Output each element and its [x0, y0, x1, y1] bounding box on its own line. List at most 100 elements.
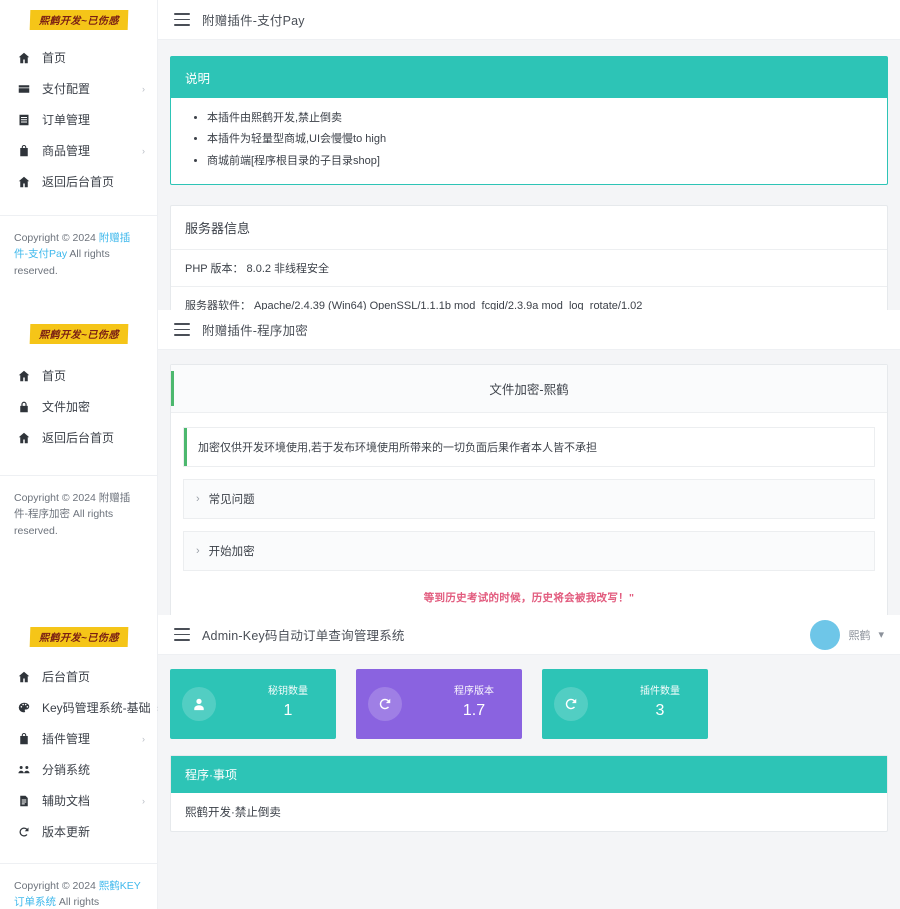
topbar-encrypt: 附赠插件-程序加密 — [158, 310, 900, 350]
user-menu[interactable]: 熙鹤 ▾ — [810, 619, 884, 650]
notice-card-body: 本插件由熙鹤开发,禁止倒卖 本插件为轻量型商城,UI会慢慢to high 商城前… — [171, 98, 887, 184]
stat-value: 1.7 — [462, 702, 486, 719]
sidebar-admin: 熙鹤开发~已伤感 后台首页 Key码管理系统-基础 › 插件管理 › — [0, 615, 160, 909]
logo-wrap: 熙鹤开发~已伤感 — [0, 615, 157, 659]
sidebar-item-label: 支付配置 — [42, 81, 91, 96]
topbar-payment: 附赠插件-支付Pay — [158, 0, 900, 40]
avatar[interactable] — [810, 619, 841, 650]
page-title: 附赠插件-支付Pay — [202, 14, 305, 28]
credit-card-icon — [16, 81, 32, 97]
stat-label: 秘钥数量 — [268, 686, 308, 697]
home-icon — [16, 430, 32, 446]
refresh-icon — [368, 687, 402, 721]
chevron-right-icon: › — [196, 492, 200, 505]
copyright-prefix: Copyright © 2024 — [14, 232, 99, 244]
sidebar-item-label: 辅助文档 — [42, 793, 91, 808]
encrypt-red-note: 等到历史考试的时候，历史将会被我改写！" — [423, 592, 635, 604]
sidebar-item-label: 插件管理 — [42, 731, 91, 746]
content-encrypt: 附赠插件-程序加密 文件加密-熙鹤 加密仅供开发环境使用,若于发布环境使用所带来… — [158, 310, 900, 626]
encrypt-card-body: 加密仅供开发环境使用,若于发布环境使用所带来的一切负面后果作者本人皆不承担 › … — [171, 413, 887, 625]
hamburger-icon[interactable] — [174, 13, 190, 26]
stat-label: 插件数量 — [640, 686, 680, 697]
refresh-icon — [554, 687, 588, 721]
home-icon — [16, 50, 32, 66]
server-info-title: 服务器信息 — [171, 206, 887, 251]
notice-bullets: 本插件由熙鹤开发,禁止倒卖 本插件为轻量型商城,UI会慢慢to high 商城前… — [185, 108, 873, 172]
sidebar-item-product-management[interactable]: 商品管理 › — [0, 135, 157, 166]
sidebar-item-label: 版本更新 — [42, 824, 91, 839]
panel-admin-key: 熙鹤开发~已伤感 后台首页 Key码管理系统-基础 › 插件管理 › — [0, 615, 900, 909]
accordion-start-encrypt[interactable]: › 开始加密 — [183, 531, 875, 571]
stats-row: 秘钥数量 1 程序版本 1.7 插件数量 3 — [170, 669, 888, 739]
logo-badge: 熙鹤开发~已伤感 — [29, 10, 128, 30]
sidebar-item-home[interactable]: 首页 — [0, 360, 157, 391]
panel-payment-plugin: 熙鹤开发~已伤感 首页 支付配置 › 订单管理 商品管理 › 返回后台首页 Co… — [0, 0, 900, 325]
chevron-right-icon: › — [142, 733, 145, 744]
sidebar-item-plugin-management[interactable]: 插件管理 › — [0, 723, 157, 754]
stat-text: 程序版本 1.7 — [454, 685, 508, 723]
doc-icon — [16, 793, 32, 809]
sidebar-item-distribution-system[interactable]: 分销系统 — [0, 754, 157, 785]
sidebar-copyright: Copyright © 2024 附赠插件-程序加密 All rights re… — [0, 476, 157, 539]
accent-bar — [184, 428, 187, 466]
nav-payment: 首页 支付配置 › 订单管理 商品管理 › 返回后台首页 — [0, 40, 157, 197]
stat-card-keys[interactable]: 秘钥数量 1 — [170, 669, 336, 739]
home-icon — [16, 174, 32, 190]
program-notes-title: 程序·事项 — [171, 756, 887, 793]
sidebar-encrypt: 熙鹤开发~已伤感 首页 文件加密 返回后台首页 Copyright © 2024 — [0, 310, 158, 615]
content-body-admin: 秘钥数量 1 程序版本 1.7 插件数量 3 程序·事项 熙鹤开发·禁止倒卖 — [158, 655, 900, 832]
stat-card-version[interactable]: 程序版本 1.7 — [356, 669, 522, 739]
sidebar-item-help-docs[interactable]: 辅助文档 › — [0, 785, 157, 816]
sidebar-item-payment-config[interactable]: 支付配置 › — [0, 73, 157, 104]
sidebar-item-admin-home[interactable]: 后台首页 — [0, 661, 157, 692]
content-admin: Admin-Key码自动订单查询管理系统 熙鹤 ▾ 秘钥数量 1 程序版本 1.… — [158, 615, 900, 909]
sidebar-item-label: 商品管理 — [42, 143, 91, 158]
page-title: Admin-Key码自动订单查询管理系统 — [202, 629, 405, 643]
program-notes-body: 熙鹤开发·禁止倒卖 — [185, 807, 281, 819]
hamburger-icon[interactable] — [174, 628, 190, 641]
sidebar-item-file-encrypt[interactable]: 文件加密 — [0, 391, 157, 422]
sidebar-item-label: 后台首页 — [42, 669, 91, 684]
stat-value: 3 — [655, 702, 665, 719]
copyright-prefix: Copyright © 2024 — [14, 492, 99, 504]
chevron-right-icon: › — [196, 544, 200, 557]
sidebar-item-home[interactable]: 首页 — [0, 42, 157, 73]
page-title: 附赠插件-程序加密 — [202, 324, 308, 338]
chevron-right-icon: › — [142, 145, 145, 156]
list-item: 本插件为轻量型商城,UI会慢慢to high — [207, 129, 873, 150]
encrypt-card: 文件加密-熙鹤 加密仅供开发环境使用,若于发布环境使用所带来的一切负面后果作者本… — [170, 364, 888, 626]
chevron-right-icon: › — [142, 795, 145, 806]
list-icon — [16, 112, 32, 128]
list-item: 本插件由熙鹤开发,禁止倒卖 — [207, 108, 873, 129]
sidebar-item-back-to-admin-home[interactable]: 返回后台首页 — [0, 166, 157, 197]
user-icon — [182, 687, 216, 721]
sidebar-item-version-update[interactable]: 版本更新 — [0, 816, 157, 847]
sidebar-payment: 熙鹤开发~已伤感 首页 支付配置 › 订单管理 商品管理 › 返回后台首页 Co… — [0, 0, 158, 310]
bag-icon — [16, 143, 32, 159]
accordion-faq[interactable]: › 常见问题 — [183, 479, 875, 519]
stat-card-plugins[interactable]: 插件数量 3 — [542, 669, 708, 739]
content-payment: 附赠插件-支付Pay 说明 本插件由熙鹤开发,禁止倒卖 本插件为轻量型商城,UI… — [158, 0, 900, 325]
sidebar-item-back-to-admin-home[interactable]: 返回后台首页 — [0, 422, 157, 453]
encrypt-card-title-bar: 文件加密-熙鹤 — [171, 365, 887, 413]
sidebar-item-label: 首页 — [42, 368, 67, 383]
bag-icon — [16, 731, 32, 747]
home-icon — [16, 669, 32, 685]
stat-value: 1 — [283, 702, 293, 719]
hamburger-icon[interactable] — [174, 323, 190, 336]
program-notes-card: 程序·事项 熙鹤开发·禁止倒卖 — [170, 755, 888, 832]
sidebar-item-label: 返回后台首页 — [42, 430, 115, 445]
sidebar-item-label: Key码管理系统-基础 — [42, 700, 151, 715]
sidebar-item-label: 返回后台首页 — [42, 174, 115, 189]
sidebar-item-key-management[interactable]: Key码管理系统-基础 › — [0, 692, 160, 723]
lock-icon — [16, 399, 32, 415]
logo-wrap: 熙鹤开发~已伤感 — [0, 310, 157, 358]
sidebar-copyright: Copyright © 2024 熙鹤KEY订单系统 All rights re… — [0, 864, 157, 909]
server-info-row-php: PHP 版本： 8.0.2 非线程安全 — [171, 250, 887, 288]
sidebar-item-order-management[interactable]: 订单管理 — [0, 104, 157, 135]
panel-encrypt-plugin: 熙鹤开发~已伤感 首页 文件加密 返回后台首页 Copyright © 2024 — [0, 310, 900, 626]
nav-admin: 后台首页 Key码管理系统-基础 › 插件管理 › 分销系统 — [0, 659, 160, 847]
sidebar-copyright: Copyright © 2024 附赠插件-支付Pay All rights r… — [0, 216, 157, 279]
nav-encrypt: 首页 文件加密 返回后台首页 — [0, 358, 157, 453]
stat-text: 秘钥数量 1 — [268, 685, 322, 723]
